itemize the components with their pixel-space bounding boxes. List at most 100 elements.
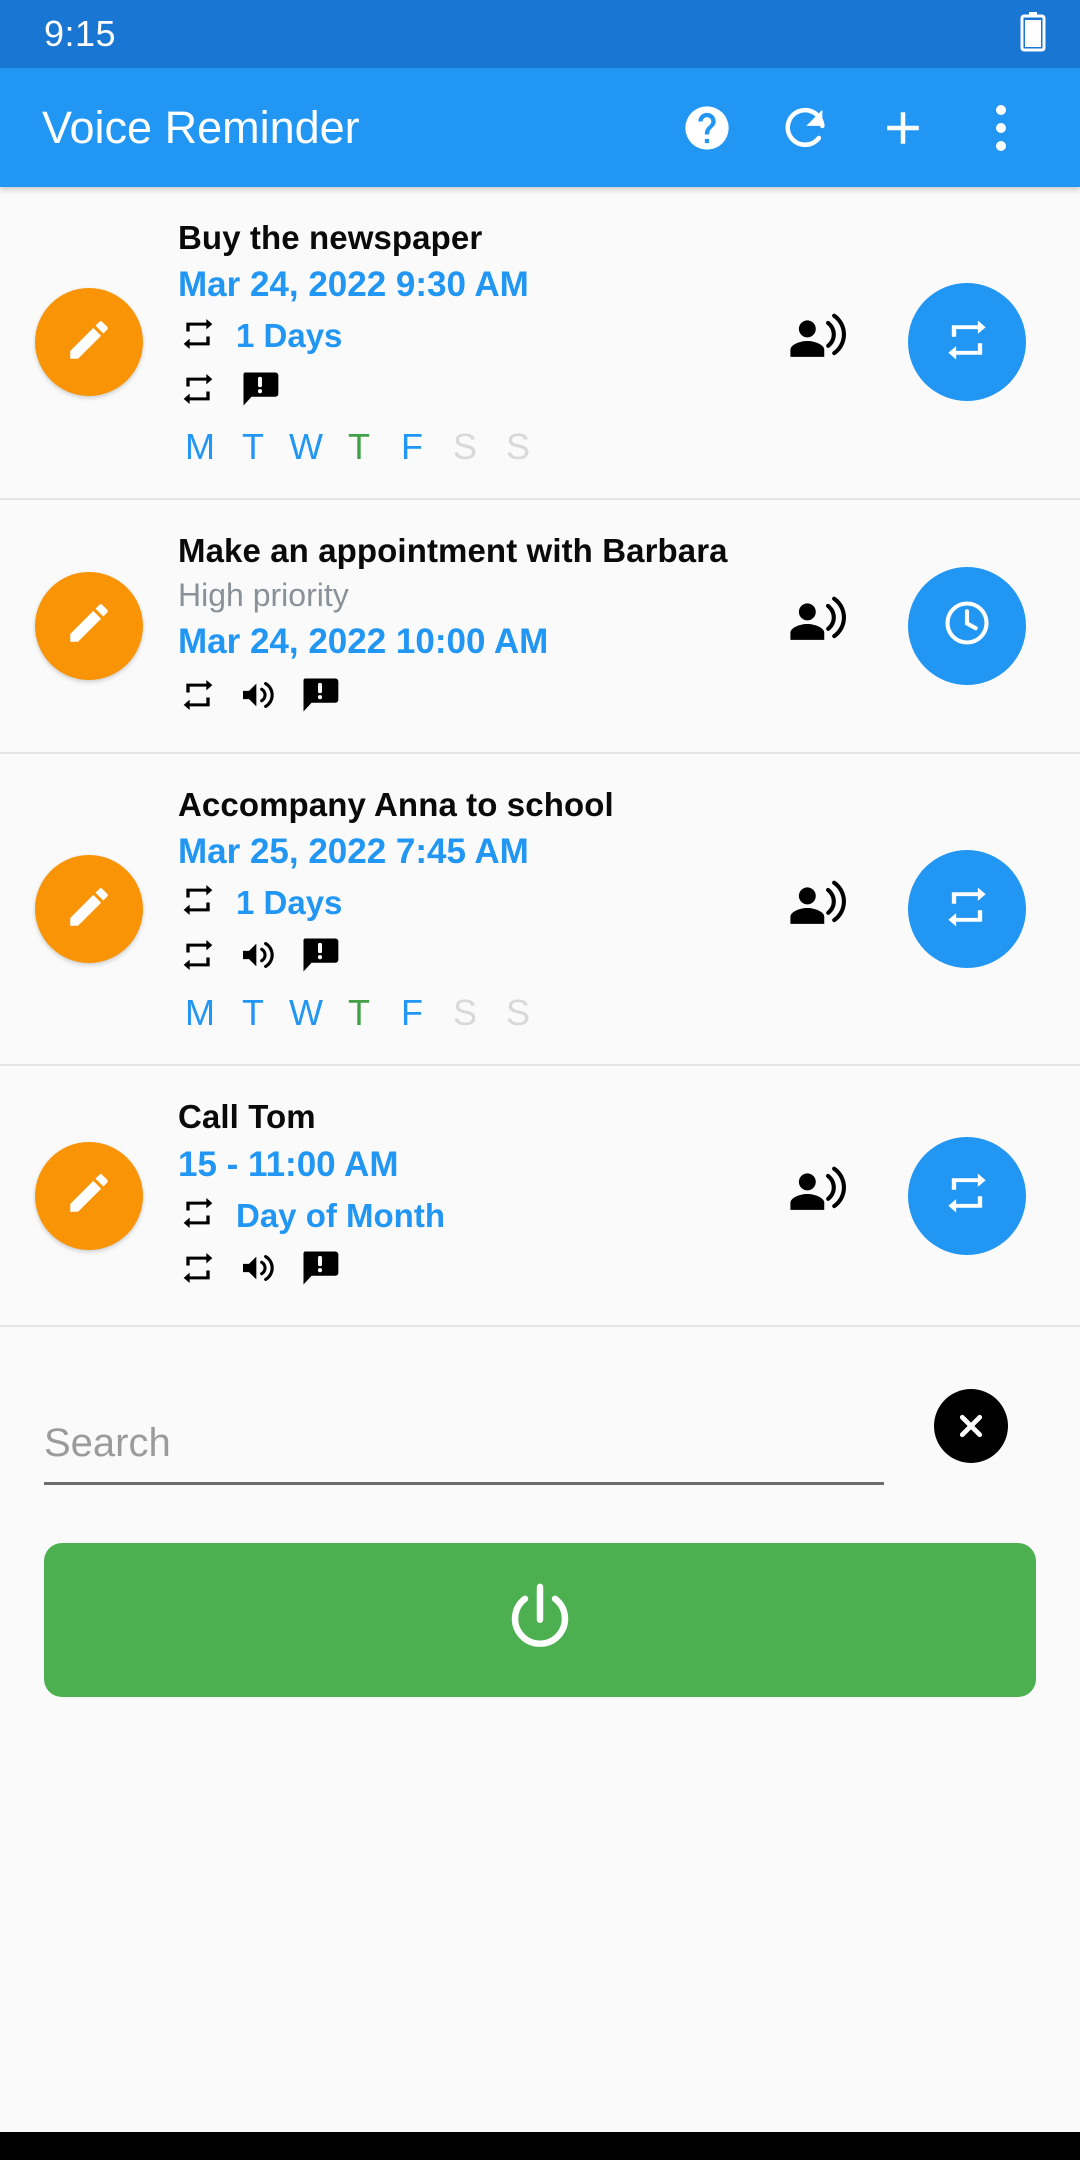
repeat-icon	[178, 369, 218, 414]
weekday-1[interactable]: T	[231, 992, 275, 1034]
reminder-row[interactable]: Call Tom 15 - 11:00 AM Day of Month	[0, 1066, 1080, 1328]
reminder-title: Buy the newspaper	[178, 219, 483, 256]
repeat-icon	[178, 880, 218, 925]
reminder-status-icons	[178, 1246, 742, 1295]
app-bar: Voice Reminder	[0, 68, 1080, 187]
reminder-status-icons	[178, 673, 742, 722]
repeat-icon	[178, 314, 218, 359]
weekday-2[interactable]: W	[284, 992, 328, 1034]
edit-reminder-button[interactable]	[35, 288, 143, 397]
edit-button-column	[0, 855, 178, 964]
edit-reminder-button[interactable]	[35, 1141, 143, 1250]
reminder-repeat-label: 1 Days	[236, 317, 343, 355]
reminder-status-icons	[178, 933, 742, 982]
help-icon[interactable]	[658, 79, 756, 177]
overflow-menu-icon[interactable]	[952, 79, 1050, 177]
add-icon[interactable]	[854, 79, 952, 177]
reminder-datetime: 15 - 11:00 AM	[178, 1144, 399, 1184]
weekday-6[interactable]: S	[496, 992, 540, 1034]
reminder-details: Buy the newspaper Mar 24, 2022 9:30 AM 1 D…	[178, 187, 742, 498]
status-bar: 9:15	[0, 0, 1080, 68]
status-bar-clock: 9:15	[44, 13, 117, 54]
record-voice-over-icon[interactable]	[788, 311, 846, 374]
reminder-row[interactable]: Accompany Anna to school Mar 25, 2022 7:4…	[0, 753, 1080, 1067]
power-button[interactable]	[44, 1543, 1036, 1698]
reminder-priority: High priority	[178, 576, 349, 613]
reminder-weekday-row: MTWTFSS	[178, 426, 742, 468]
reminder-datetime: Mar 25, 2022 7:45 AM	[178, 831, 529, 871]
voice-playback-column	[742, 878, 892, 941]
pencil-icon	[64, 315, 114, 370]
repeat-icon	[941, 314, 993, 371]
alert-message-icon	[298, 1246, 342, 1295]
edit-reminder-button[interactable]	[35, 855, 143, 964]
app-title: Voice Reminder	[42, 101, 360, 153]
weekday-3[interactable]: T	[337, 426, 381, 468]
footer	[0, 1327, 1080, 2132]
edit-button-column	[0, 1141, 178, 1250]
pencil-icon	[64, 1168, 114, 1223]
reminder-status-icons	[178, 367, 742, 416]
weekday-4[interactable]: F	[390, 992, 434, 1034]
reminder-title: Make an appointment with Barbara	[178, 531, 728, 569]
weekday-3[interactable]: T	[337, 992, 381, 1034]
volume-up-icon	[238, 935, 278, 980]
record-voice-over-icon[interactable]	[788, 878, 846, 941]
reminder-title: Accompany Anna to school	[178, 785, 614, 823]
close-circle-icon[interactable]	[934, 1389, 1008, 1464]
weekday-0[interactable]: M	[178, 992, 222, 1034]
pencil-icon	[64, 598, 114, 653]
repeat-icon	[178, 675, 218, 720]
reminder-action-button[interactable]	[908, 283, 1026, 402]
reminder-action-column	[892, 850, 1042, 969]
repeat-icon	[941, 1167, 993, 1224]
weekday-0[interactable]: M	[178, 426, 222, 468]
reminder-action-button[interactable]	[908, 850, 1026, 969]
reminder-datetime: Mar 24, 2022 9:30 AM	[178, 265, 529, 305]
navigation-bar	[0, 2132, 1080, 2160]
repeat-icon	[178, 1193, 218, 1238]
reminder-title: Call Tom	[178, 1098, 316, 1136]
repeat-icon	[178, 935, 218, 980]
repeat-icon	[178, 1248, 218, 1293]
reminder-row[interactable]: Make an appointment with Barbara High pri…	[0, 499, 1080, 754]
record-voice-over-icon[interactable]	[788, 594, 846, 657]
reminder-repeat-line: 1 Days	[178, 880, 742, 925]
weekday-5[interactable]: S	[443, 992, 487, 1034]
reminder-action-button[interactable]	[908, 566, 1026, 685]
reminder-list: Buy the newspaper Mar 24, 2022 9:30 AM 1 D…	[0, 187, 1080, 1328]
weekday-5[interactable]: S	[443, 426, 487, 468]
reminder-details: Make an appointment with Barbara High pri…	[178, 500, 742, 752]
power-icon	[499, 1578, 581, 1663]
status-bar-icons	[1020, 11, 1046, 57]
edit-button-column	[0, 288, 178, 397]
edit-reminder-button[interactable]	[35, 571, 143, 680]
weekday-4[interactable]: F	[390, 426, 434, 468]
voice-playback-column	[742, 1164, 892, 1227]
volume-up-icon	[238, 675, 278, 720]
volume-up-icon	[238, 1248, 278, 1293]
weekday-2[interactable]: W	[284, 426, 328, 468]
pencil-icon	[64, 882, 114, 937]
repeat-icon	[941, 881, 993, 938]
edit-button-column	[0, 571, 178, 680]
search-area	[44, 1327, 1036, 1486]
weekday-6[interactable]: S	[496, 426, 540, 468]
reminder-repeat-label: Day of Month	[236, 1196, 445, 1234]
reminder-datetime: Mar 24, 2022 10:00 AM	[178, 622, 549, 662]
search-field[interactable]	[44, 1417, 884, 1486]
battery-icon	[1020, 11, 1046, 57]
reminder-repeat-label: 1 Days	[236, 883, 343, 921]
search-input[interactable]	[44, 1417, 884, 1473]
voice-playback-column	[742, 311, 892, 374]
reminder-weekday-row: MTWTFSS	[178, 992, 742, 1034]
reminder-row[interactable]: Buy the newspaper Mar 24, 2022 9:30 AM 1 D…	[0, 187, 1080, 500]
weekday-1[interactable]: T	[231, 426, 275, 468]
app-bar-actions	[658, 79, 1050, 177]
reminder-details: Accompany Anna to school Mar 25, 2022 7:4…	[178, 754, 742, 1065]
reminder-action-button[interactable]	[908, 1136, 1026, 1255]
alert-message-icon	[298, 933, 342, 982]
alert-message-icon	[298, 673, 342, 722]
refresh-icon[interactable]	[756, 79, 854, 177]
record-voice-over-icon[interactable]	[788, 1164, 846, 1227]
